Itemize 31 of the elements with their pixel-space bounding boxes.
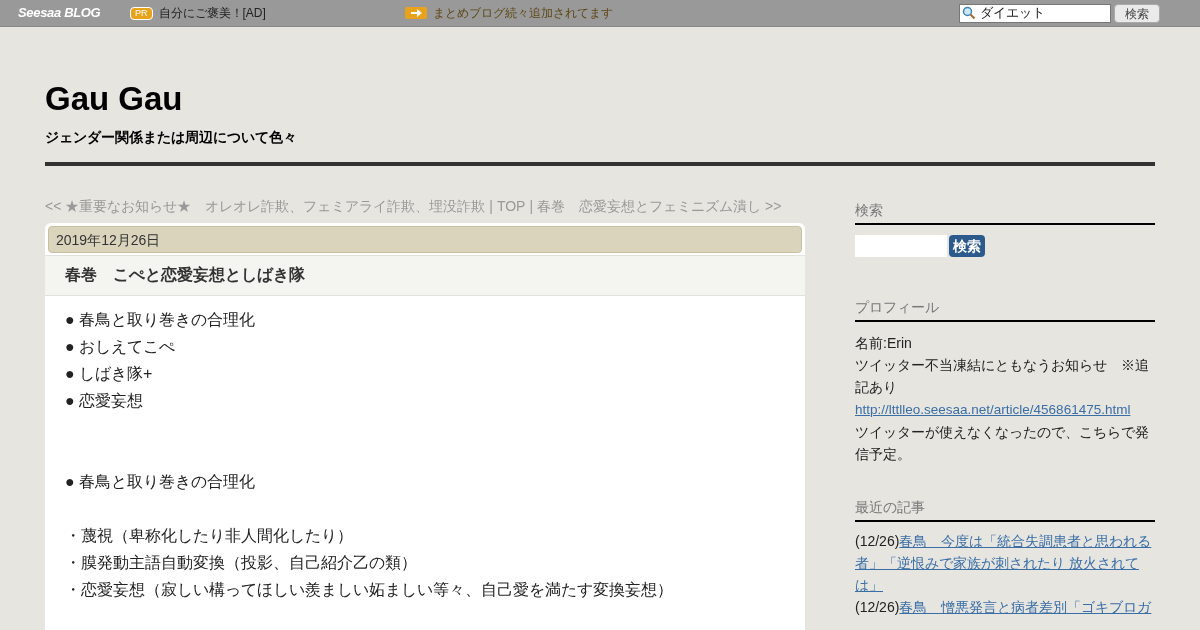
recent-article-link[interactable]: (12/26)春鳥 今度は「統合失調患者と思われる者」「逆恨みで家族が刺されたり 放火されては」 [855, 530, 1155, 596]
profile-name: 名前:Erin [855, 334, 913, 353]
article-line: ・蔑視（卑称化したり非人間化したり） [65, 526, 354, 546]
blog-title[interactable]: Gau Gau [45, 79, 1155, 119]
article-date: 2019年12月26日 [48, 226, 802, 253]
sidebar-heading: 最近の記事 [855, 495, 1155, 522]
profile-link[interactable]: http://lttlleo.seesaa.net/article/456861475.html [855, 402, 1131, 417]
article-line: ● しばき隊+ [65, 364, 154, 384]
article-line: ● 春鳥と取り巻きの合理化 [65, 310, 257, 330]
sidebar-search-button[interactable]: 検索 [949, 235, 985, 257]
sidebar-heading: プロフィール [855, 295, 1155, 322]
search-icon [962, 6, 976, 20]
notice-link[interactable]: まとめブログ続々追加されてます [432, 4, 613, 22]
article-title: 春巻 こぺと恋愛妄想としばき隊 [45, 255, 805, 296]
ad-link[interactable]: 自分にご褒美！[AD] [158, 4, 405, 22]
article-line: ● 恋愛妄想 [65, 391, 145, 411]
article-line: ・膜発動主語自動変換（投影、自己紹介乙の類） [65, 553, 418, 573]
article-line: ● 春鳥と取り巻きの合理化 [65, 472, 257, 492]
article-line: ・恋愛妄想（寂しい構ってほしい羨ましい妬ましい等々、自己愛を満たす変換妄想） [65, 580, 674, 600]
blog-tagline: ジェンダー関係または周辺について色々 [45, 128, 298, 147]
search-field[interactable]: ダイエット [959, 3, 1111, 23]
nav-separator: | [489, 197, 493, 216]
search-button[interactable]: 検索 [1114, 3, 1160, 23]
sidebar-heading: 検索 [855, 196, 1155, 225]
nav-separator: | [529, 197, 534, 216]
article-line: ● おしえてこぺ [65, 337, 177, 357]
profile-note: ツイッターが使えなくなったので、こちらで発信予定。 [855, 423, 1150, 464]
profile-notice: ツイッター不当凍結にともなうお知らせ ※追記あり [855, 356, 1150, 397]
sidebar-search-field[interactable] [855, 235, 947, 257]
recent-article-link[interactable]: (12/26)春鳥 憎悪発言と病者差別「ゴキブロガ [855, 596, 1155, 618]
pr-badge: PR [130, 6, 153, 20]
